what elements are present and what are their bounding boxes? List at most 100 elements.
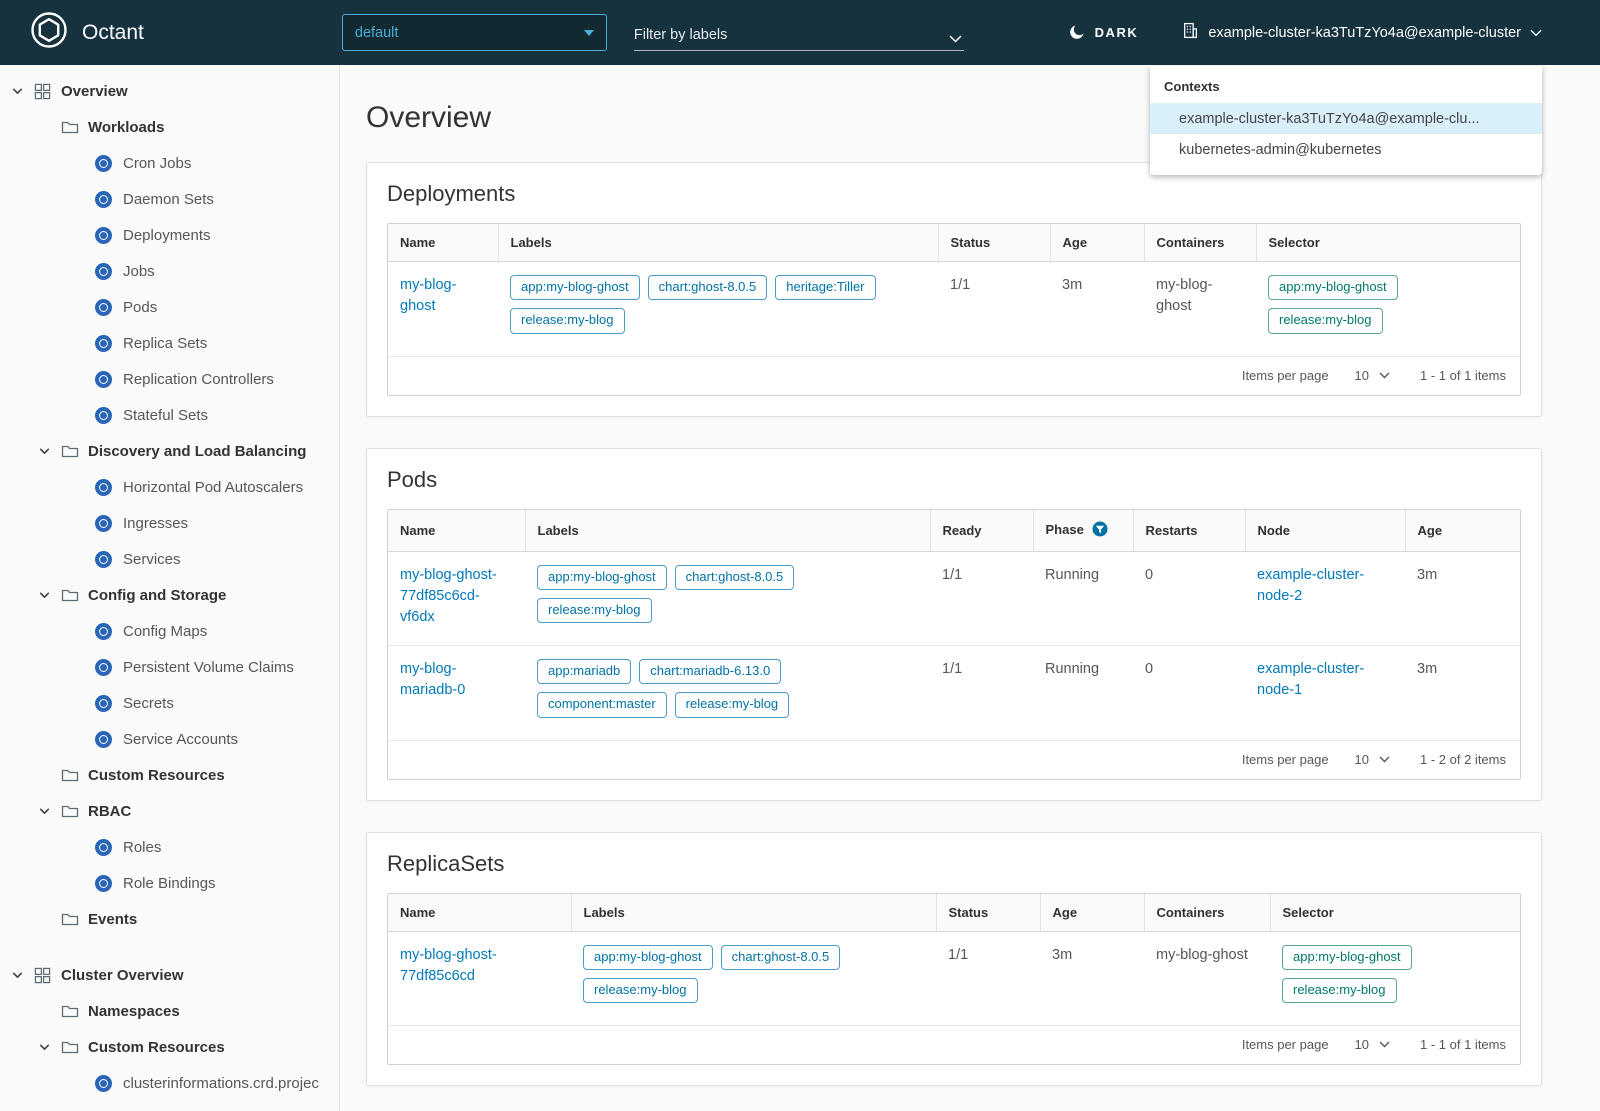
column-filter-icon[interactable] (1092, 521, 1108, 540)
label-badge: release:my-blog (583, 977, 698, 1003)
column-header: Labels (524, 509, 930, 552)
daemon-sets-icon (95, 190, 112, 208)
column-header: Labels (570, 893, 936, 932)
chevron-down-icon[interactable] (11, 969, 34, 982)
sidebar-item-label: Daemon Sets (123, 190, 214, 208)
sidebar-item-label: Overview (61, 82, 128, 100)
namespace-select[interactable]: default (341, 14, 607, 51)
chevron-down-icon[interactable] (11, 85, 34, 98)
card-title: Deployments (387, 181, 516, 206)
sidebar-item-cron-jobs[interactable]: Cron Jobs (0, 145, 339, 181)
context-selector[interactable]: example-cluster-ka3TuTzYo4a@example-clus… (1182, 22, 1542, 43)
theme-toggle-button[interactable]: DARK (1069, 23, 1139, 43)
sidebar-item-workloads[interactable]: Workloads (0, 109, 339, 145)
items-per-page-select[interactable]: 10 (1355, 368, 1390, 383)
chevron-down-icon[interactable] (38, 1041, 61, 1054)
chevron-down-icon[interactable] (949, 34, 964, 43)
sidebar-item-label: Events (88, 910, 138, 928)
folder-icon (61, 911, 88, 927)
chevron-down-icon[interactable] (38, 589, 61, 602)
sidebar-item-horizontal-pod-autoscalers[interactable]: Horizontal Pod Autoscalers (0, 469, 339, 505)
sidebar-item-custom-resources[interactable]: Custom Resources (0, 757, 339, 793)
sidebar-item-roles[interactable]: Roles (0, 829, 339, 865)
column-header: Containers (1143, 224, 1256, 262)
resource-link[interactable]: my-blog-ghost (400, 277, 456, 314)
label-badge: chart:ghost-8.0.5 (720, 944, 841, 970)
sidebar-item-stateful-sets[interactable]: Stateful Sets (0, 397, 339, 433)
sidebar-item-clusterinformations-crd-projec[interactable]: clusterinformations.crd.projec (0, 1065, 339, 1101)
table-row: my-blog-ghost-77df85c6cd app:my-blog-ghos… (388, 931, 1520, 1026)
header: Octant default DARK example-cluster-ka3T… (0, 0, 1600, 65)
resource-link[interactable]: example-cluster-node-2 (1257, 567, 1364, 604)
context-label: example-cluster-ka3TuTzYo4a@example-clus… (1208, 24, 1521, 41)
sidebar-item-deployments[interactable]: Deployments (0, 217, 339, 253)
column-header: Name (388, 224, 498, 262)
custom-resource-icon (95, 1074, 112, 1092)
card-title: ReplicaSets (387, 850, 505, 876)
sidebar-item-label: Role Bindings (123, 874, 216, 892)
replicasets-card: ReplicaSets Name Labels Status Age Containers… (366, 831, 1542, 1086)
sidebar-item-service-accounts[interactable]: Service Accounts (0, 721, 339, 757)
cell: 3m (1405, 645, 1520, 741)
column-header: Labels (497, 224, 938, 262)
cell: 1/1 (936, 931, 1040, 1026)
cell: 1/1 (930, 645, 1033, 741)
chevron-down-icon[interactable] (38, 445, 61, 458)
label-badge: release:my-blog (1268, 308, 1383, 334)
sidebar-item-replication-controllers[interactable]: Replication Controllers (0, 361, 339, 397)
label-badge: component:master (537, 692, 667, 718)
cell: 3m (1040, 931, 1144, 1026)
contexts-dropdown: Contexts example-cluster-ka3TuTzYo4a@exa… (1150, 66, 1542, 175)
sidebar-item-config-maps[interactable]: Config Maps (0, 613, 339, 649)
sidebar-item-role-bindings[interactable]: Role Bindings (0, 865, 339, 901)
cell: my-blog-ghost (1144, 261, 1256, 357)
resource-link[interactable]: my-blog-ghost-77df85c6cd (400, 947, 497, 984)
sidebar-item-csidrivers-csi-storage-k8s-io[interactable]: csidrivers.csi.storage.k8s.io (0, 1101, 339, 1111)
sidebar-item-cluster-overview[interactable]: Cluster Overview (0, 957, 339, 993)
sidebar-item-jobs[interactable]: Jobs (0, 253, 339, 289)
sidebar-item-label: Cluster Overview (61, 966, 184, 984)
sidebar-item-replica-sets[interactable]: Replica Sets (0, 325, 339, 361)
sidebar-item-ingresses[interactable]: Ingresses (0, 505, 339, 541)
main-content: Overview Deployments Name Labels Status Age C… (341, 65, 1600, 1111)
items-per-page-select[interactable]: 10 (1355, 1037, 1390, 1052)
sidebar-item-label: Workloads (88, 118, 165, 136)
sidebar-item-config-and-storage[interactable]: Config and Storage (0, 577, 339, 613)
folder-icon (61, 767, 88, 783)
services-icon (95, 550, 112, 568)
chevron-down-icon (38, 769, 61, 782)
column-header: Status (937, 224, 1050, 262)
sidebar-item-pods[interactable]: Pods (0, 289, 339, 325)
sidebar-item-persistent-volume-claims[interactable]: Persistent Volume Claims (0, 649, 339, 685)
column-header: Age (1039, 893, 1144, 932)
chevron-down-icon (38, 121, 61, 134)
datagrid: Name Labels Ready Phase Restarts Node Age my-bl… (387, 508, 1521, 780)
sidebar-item-events[interactable]: Events (0, 901, 339, 937)
table-row: my-blog-ghost-77df85c6cd-vf6dx app:my-blo… (388, 551, 1520, 646)
chevron-down-icon[interactable] (38, 805, 61, 818)
sidebar-item-services[interactable]: Services (0, 541, 339, 577)
sidebar-item-custom-resources[interactable]: Custom Resources (0, 1029, 339, 1065)
label-badge: app:my-blog-ghost (537, 564, 667, 590)
items-per-page-select[interactable]: 10 (1355, 752, 1390, 767)
label-filter-input[interactable] (633, 26, 949, 43)
sidebar-item-secrets[interactable]: Secrets (0, 685, 339, 721)
sidebar-item-discovery-and-load-balancing[interactable]: Discovery and Load Balancing (0, 433, 339, 469)
app-root: Octant default DARK example-cluster-ka3T… (0, 0, 1600, 1111)
service-accounts-icon (95, 730, 112, 748)
label-badge: app:my-blog-ghost (1282, 944, 1412, 970)
persistent-volume-claims-icon (95, 658, 112, 676)
resource-link[interactable]: my-blog-ghost-77df85c6cd-vf6dx (400, 567, 497, 625)
label-badge: app:mariadb (537, 659, 632, 685)
resource-link[interactable]: example-cluster-node-1 (1257, 661, 1364, 698)
resource-link[interactable]: my-blog-mariadb-0 (400, 661, 465, 698)
card-title: Pods (387, 466, 438, 492)
sidebar-item-namespaces[interactable]: Namespaces (0, 993, 339, 1029)
context-option[interactable]: example-cluster-ka3TuTzYo4a@example-clu.… (1150, 103, 1542, 134)
sidebar-item-overview[interactable]: Overview (0, 73, 339, 109)
sidebar-item-rbac[interactable]: RBAC (0, 793, 339, 829)
sidebar-item-label: RBAC (88, 802, 132, 820)
sidebar-item-label: Pods (123, 298, 158, 316)
sidebar-item-daemon-sets[interactable]: Daemon Sets (0, 181, 339, 217)
context-option[interactable]: kubernetes-admin@kubernetes (1150, 134, 1542, 165)
